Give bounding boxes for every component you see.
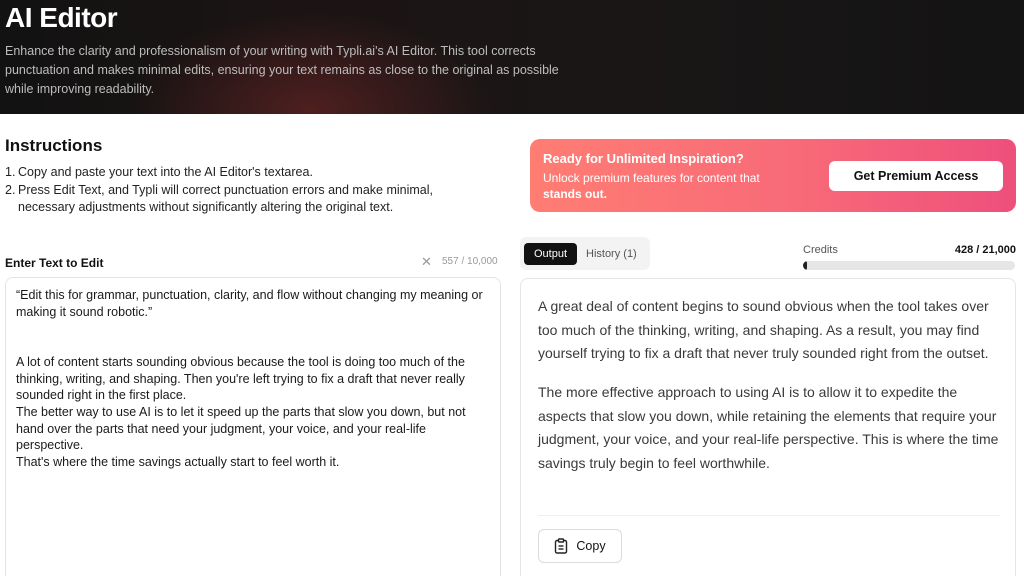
copy-label: Copy bbox=[576, 539, 606, 553]
instructions-list: 1. Copy and paste your text into the AI … bbox=[5, 164, 455, 217]
output-paragraph: A great deal of content begins to sound … bbox=[538, 298, 989, 362]
editor-textarea[interactable]: “Edit this for grammar, punctuation, cla… bbox=[5, 277, 501, 576]
instruction-text: Copy and paste your text into the AI Edi… bbox=[18, 165, 313, 179]
output-panel: A great deal of content begins to sound … bbox=[520, 278, 1016, 576]
promo-subtitle-emphasis: stands out. bbox=[543, 187, 608, 201]
close-icon[interactable]: ✕ bbox=[421, 254, 432, 270]
character-count: 557 / 10,000 bbox=[442, 256, 498, 267]
page-description: Enhance the clarity and professionalism … bbox=[5, 44, 559, 96]
tab-output[interactable]: Output bbox=[524, 243, 577, 265]
promo-title: Ready for Unlimited Inspiration? bbox=[543, 151, 744, 166]
page-title: AI Editor bbox=[5, 2, 118, 33]
instruction-text: Press Edit Text, and Typli will correct … bbox=[18, 182, 433, 215]
hero-banner: AI Editor Enhance the clarity and profes… bbox=[0, 0, 1024, 114]
credits-value: 428 / 21,000 bbox=[954, 244, 1016, 256]
divider bbox=[538, 515, 1000, 516]
premium-promo-banner: Ready for Unlimited Inspiration? Unlock … bbox=[530, 139, 1016, 212]
output-tabs: Output History (1) bbox=[520, 237, 650, 270]
tab-history[interactable]: History (1) bbox=[586, 243, 637, 265]
instruction-number: 1. bbox=[5, 165, 16, 179]
output-text: A great deal of content begins to sound … bbox=[538, 295, 1003, 476]
credits-progress-fill bbox=[803, 261, 808, 270]
instruction-item: 1. Copy and paste your text into the AI … bbox=[5, 164, 455, 182]
copy-button[interactable]: Copy bbox=[538, 529, 622, 563]
credits-progress-bar bbox=[803, 261, 1015, 270]
credits-label: Credits bbox=[803, 244, 838, 256]
get-premium-access-button[interactable]: Get Premium Access bbox=[829, 161, 1003, 191]
instructions-title: Instructions bbox=[5, 136, 103, 155]
editor-label: Enter Text to Edit bbox=[5, 256, 104, 270]
output-paragraph: The more effective approach to using AI … bbox=[538, 384, 999, 472]
clipboard-icon bbox=[554, 538, 568, 554]
instruction-number: 2. bbox=[5, 182, 16, 197]
instruction-item: 2. Press Edit Text, and Typli will corre… bbox=[5, 182, 455, 217]
promo-subtitle: Unlock premium features for content that… bbox=[543, 170, 793, 202]
promo-subtitle-text: Unlock premium features for content that bbox=[543, 171, 760, 185]
